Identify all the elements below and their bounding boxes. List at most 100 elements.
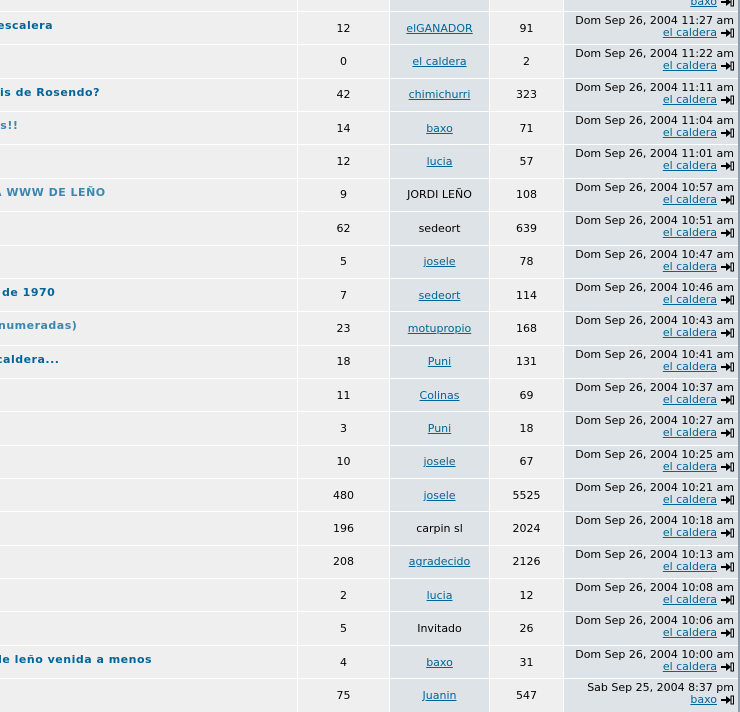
go-to-last-post-icon[interactable] bbox=[720, 328, 734, 338]
author-cell: Colinas bbox=[390, 378, 490, 412]
table-row: 62 sedeort 639 Dom Sep 26, 2004 10:51 am… bbox=[0, 212, 738, 246]
topic-author[interactable]: Puni bbox=[428, 422, 451, 435]
go-to-last-post-icon[interactable] bbox=[720, 362, 734, 372]
go-to-last-post-icon[interactable] bbox=[720, 462, 734, 472]
author-cell: lucia bbox=[390, 145, 490, 178]
last-post-user-link[interactable]: el caldera bbox=[663, 293, 717, 306]
author-cell: josele bbox=[390, 245, 490, 278]
go-to-last-post-icon[interactable] bbox=[720, 695, 734, 705]
replies-count: 18 bbox=[298, 345, 390, 378]
views-count: 547 bbox=[490, 679, 564, 712]
topic-author[interactable]: josele bbox=[423, 255, 455, 268]
go-to-last-post-icon[interactable] bbox=[720, 628, 734, 638]
last-post-cell: Dom Sep 26, 2004 11:01 am el caldera bbox=[564, 145, 738, 178]
topic-author[interactable]: Colinas bbox=[420, 389, 460, 402]
go-to-last-post-icon[interactable] bbox=[720, 195, 734, 205]
last-post-user-link[interactable]: el caldera bbox=[663, 626, 717, 639]
last-post-user-link[interactable]: el caldera bbox=[663, 326, 717, 339]
last-post-user-link[interactable]: baxo bbox=[690, 693, 717, 706]
table-row: 5 Invitado 26 Dom Sep 26, 2004 10:06 am … bbox=[0, 612, 738, 646]
last-post-user-link[interactable]: el caldera bbox=[663, 26, 717, 39]
last-post-cell: Dom Sep 26, 2004 10:06 am el caldera bbox=[564, 612, 738, 645]
topic-author[interactable]: elGANADOR bbox=[406, 22, 472, 35]
topic-title-cell bbox=[0, 378, 298, 412]
topic-author[interactable]: lucia bbox=[427, 155, 453, 168]
last-post-user-link[interactable]: el caldera bbox=[663, 660, 717, 673]
author-cell: motupropio bbox=[390, 312, 490, 345]
last-post-user-link[interactable]: el caldera bbox=[663, 260, 717, 273]
last-post-cell: Dom Sep 26, 2004 11:22 am el caldera bbox=[564, 45, 738, 78]
go-to-last-post-icon[interactable] bbox=[720, 428, 734, 438]
go-to-last-post-icon[interactable] bbox=[720, 662, 734, 672]
topic-title-link[interactable]: A WWW DE LEÑO bbox=[0, 186, 106, 199]
last-post-user-link[interactable]: el caldera bbox=[663, 393, 717, 406]
replies-count: 14 bbox=[298, 112, 390, 145]
topic-title-link[interactable]: de leño venida a menos bbox=[0, 653, 152, 666]
go-to-last-post-icon[interactable] bbox=[720, 95, 734, 105]
go-to-last-post-icon[interactable] bbox=[720, 28, 734, 38]
topic-title-link[interactable]: numeradas) bbox=[0, 319, 77, 332]
topic-title-link[interactable]: escalera bbox=[0, 19, 53, 32]
last-post-user-link[interactable]: el caldera bbox=[663, 560, 717, 573]
topic-list: baxo escalera 12 elGANADOR 91 Dom Sep 26… bbox=[0, 0, 740, 712]
last-post-cell: Dom Sep 26, 2004 10:08 am el caldera bbox=[564, 579, 738, 612]
go-to-last-post-icon[interactable] bbox=[720, 495, 734, 505]
last-post-user-link[interactable]: el caldera bbox=[663, 226, 717, 239]
last-post-cell: Dom Sep 26, 2004 10:18 am el caldera bbox=[564, 512, 738, 545]
table-row: 10 josele 67 Dom Sep 26, 2004 10:25 am e… bbox=[0, 445, 738, 480]
go-to-last-post-icon[interactable] bbox=[720, 0, 734, 7]
topic-author[interactable]: el caldera bbox=[412, 55, 466, 68]
last-post-cell: Dom Sep 26, 2004 10:25 am el caldera bbox=[564, 445, 738, 479]
go-to-last-post-icon[interactable] bbox=[720, 61, 734, 71]
views-count: 71 bbox=[490, 112, 564, 145]
go-to-last-post-icon[interactable] bbox=[720, 262, 734, 272]
topic-author[interactable]: baxo bbox=[426, 656, 453, 669]
go-to-last-post-icon[interactable] bbox=[720, 528, 734, 538]
last-post-user-link[interactable]: el caldera bbox=[663, 59, 717, 72]
last-post-user-link[interactable]: el caldera bbox=[663, 126, 717, 139]
topic-table: baxo escalera 12 elGANADOR 91 Dom Sep 26… bbox=[0, 0, 740, 712]
topic-author[interactable]: Juanin bbox=[423, 689, 457, 702]
last-post-user-link[interactable]: el caldera bbox=[663, 93, 717, 106]
topic-title-link[interactable]: de 1970 bbox=[2, 286, 55, 299]
last-post-user-link[interactable]: el caldera bbox=[663, 426, 717, 439]
topic-author[interactable]: chimichurri bbox=[409, 88, 471, 101]
topic-author[interactable]: josele bbox=[423, 455, 455, 468]
topic-author[interactable]: josele bbox=[423, 489, 455, 502]
topic-title-cell bbox=[0, 245, 298, 278]
topic-title-link[interactable]: caldera... bbox=[0, 353, 59, 366]
go-to-last-post-icon[interactable] bbox=[720, 595, 734, 605]
go-to-last-post-icon[interactable] bbox=[720, 128, 734, 138]
last-post-user-link[interactable]: el caldera bbox=[663, 526, 717, 539]
topic-author[interactable]: motupropio bbox=[408, 322, 472, 335]
go-to-last-post-icon[interactable] bbox=[720, 562, 734, 572]
author-cell: chimichurri bbox=[390, 78, 490, 112]
go-to-last-post-icon[interactable] bbox=[720, 395, 734, 405]
table-row: 0 el caldera 2 Dom Sep 26, 2004 11:22 am… bbox=[0, 45, 738, 79]
topic-author[interactable]: lucia bbox=[427, 589, 453, 602]
last-post-user-link[interactable]: el caldera bbox=[663, 460, 717, 473]
last-post-user-link[interactable]: el caldera bbox=[663, 159, 717, 172]
go-to-last-post-icon[interactable] bbox=[720, 228, 734, 238]
last-post-user-link[interactable]: el caldera bbox=[663, 593, 717, 606]
go-to-last-post-icon[interactable] bbox=[720, 161, 734, 171]
last-post-user-link[interactable]: el caldera bbox=[663, 193, 717, 206]
last-post-user-link[interactable]: el caldera bbox=[663, 493, 717, 506]
topic-title-cell: numeradas) bbox=[0, 312, 298, 345]
topic-author[interactable]: sedeort bbox=[419, 289, 461, 302]
topic-title-link[interactable]: mis de Rosendo? bbox=[0, 86, 100, 99]
table-row: 2 lucia 12 Dom Sep 26, 2004 10:08 am el … bbox=[0, 579, 738, 613]
author-cell: sedeort bbox=[390, 212, 490, 245]
last-post-user-link[interactable]: baxo bbox=[690, 0, 717, 8]
author-cell: Juanin bbox=[390, 679, 490, 712]
author-cell bbox=[390, 0, 490, 11]
author-cell: carpin sl bbox=[390, 512, 490, 545]
topic-title-link[interactable]: is!! bbox=[0, 119, 18, 132]
topic-title-cell bbox=[0, 479, 298, 512]
topic-author[interactable]: Puni bbox=[428, 355, 451, 368]
topic-author[interactable]: baxo bbox=[426, 122, 453, 135]
go-to-last-post-icon[interactable] bbox=[720, 295, 734, 305]
author-cell: Puni bbox=[390, 412, 490, 445]
topic-author[interactable]: agradecido bbox=[409, 555, 471, 568]
last-post-user-link[interactable]: el caldera bbox=[663, 360, 717, 373]
